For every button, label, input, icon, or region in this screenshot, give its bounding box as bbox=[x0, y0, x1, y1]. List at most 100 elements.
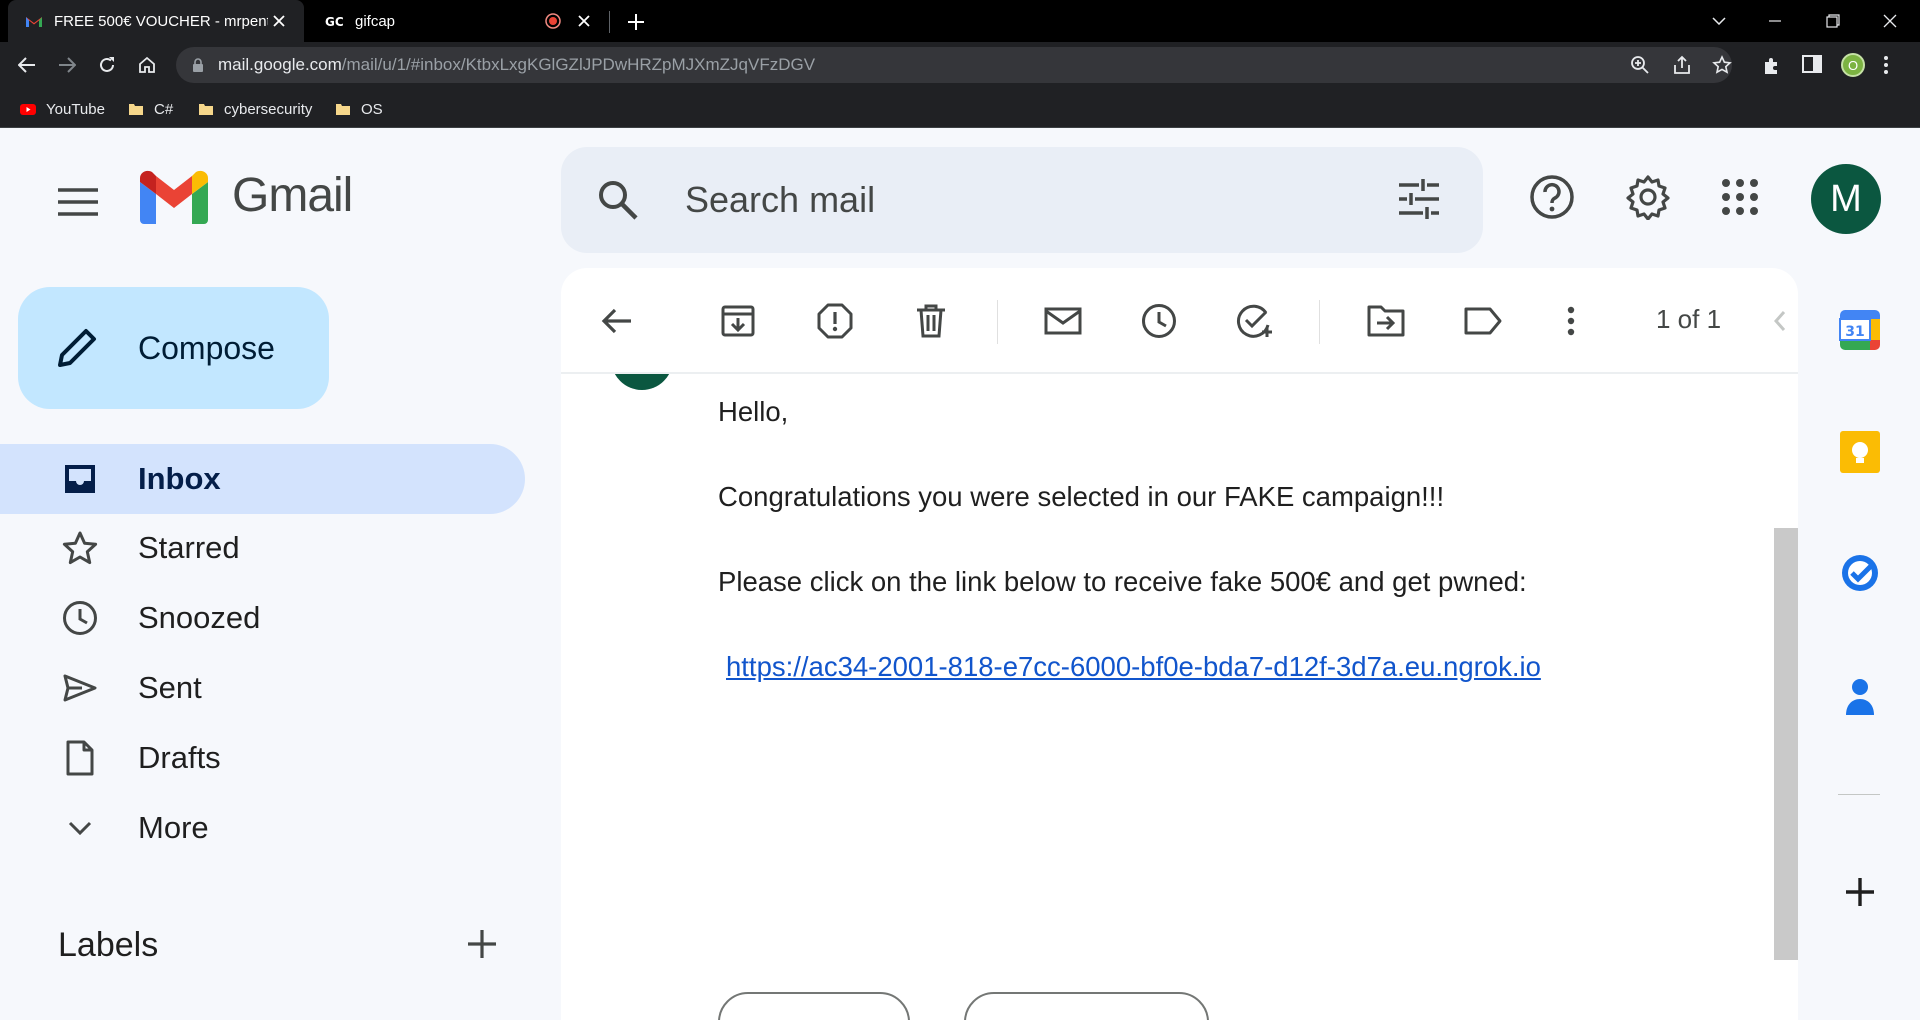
restore-icon bbox=[1826, 14, 1840, 28]
mail-icon bbox=[1044, 307, 1082, 335]
delete-button[interactable] bbox=[907, 297, 955, 345]
sidebar-item-label: Sent bbox=[138, 670, 202, 705]
phishing-link[interactable]: https://ac34-2001-818-e7cc-6000-bf0e-bda… bbox=[726, 651, 1541, 683]
message-scrollbar[interactable] bbox=[1774, 528, 1798, 960]
more-options-button[interactable] bbox=[1547, 297, 1595, 345]
hamburger-icon bbox=[58, 188, 98, 216]
plus-icon bbox=[628, 14, 644, 30]
labels-heading: Labels bbox=[58, 926, 159, 964]
address-bar[interactable]: mail.google.com/mail/u/1/#inbox/KtbxLxgK… bbox=[176, 47, 1732, 83]
reply-button[interactable] bbox=[718, 992, 910, 1020]
arrow-left-icon bbox=[18, 57, 35, 73]
search-input[interactable]: Search mail bbox=[685, 179, 875, 221]
google-apps-icon[interactable] bbox=[1716, 173, 1764, 221]
help-icon[interactable] bbox=[1528, 173, 1576, 221]
gmail-logo-icon[interactable] bbox=[140, 170, 208, 224]
bookmark-star-icon[interactable] bbox=[1712, 55, 1734, 77]
tab-title: FREE 500€ VOUCHER - mrpentest bbox=[54, 12, 268, 30]
reload-icon bbox=[100, 57, 114, 72]
recording-icon bbox=[545, 13, 561, 29]
search-options-icon[interactable] bbox=[1397, 177, 1441, 221]
archive-icon bbox=[721, 305, 755, 337]
back-to-inbox-button[interactable] bbox=[593, 297, 641, 345]
side-panel-icon[interactable] bbox=[1802, 55, 1824, 77]
tab-close-icon[interactable] bbox=[268, 10, 290, 32]
keep-app-icon[interactable] bbox=[1836, 428, 1884, 476]
bookmark-youtube[interactable]: YouTube bbox=[20, 98, 105, 120]
zoom-icon[interactable] bbox=[1630, 55, 1652, 77]
sidebar-item-more[interactable]: More bbox=[0, 793, 525, 863]
inbox-icon bbox=[60, 459, 100, 499]
restore-button[interactable] bbox=[1810, 0, 1856, 42]
share-icon[interactable] bbox=[1672, 55, 1694, 77]
compose-label: Compose bbox=[138, 329, 275, 366]
toolbar-divider bbox=[1319, 300, 1320, 344]
compose-button[interactable]: Compose bbox=[18, 287, 329, 409]
calendar-day: 31 bbox=[1845, 324, 1864, 340]
minimize-button[interactable] bbox=[1752, 0, 1798, 42]
tab-close-icon[interactable] bbox=[573, 10, 595, 32]
calendar-app-icon[interactable]: 31 bbox=[1836, 306, 1884, 354]
home-button[interactable] bbox=[132, 50, 162, 80]
chevron-down-icon bbox=[60, 808, 100, 848]
forward-button[interactable] bbox=[964, 992, 1209, 1020]
back-button[interactable] bbox=[12, 50, 42, 80]
report-spam-button[interactable] bbox=[811, 297, 859, 345]
arrow-left-icon bbox=[601, 308, 631, 334]
bookmark-cybersecurity[interactable]: cybersecurity bbox=[198, 98, 312, 120]
tab-divider bbox=[609, 11, 610, 33]
archive-button[interactable] bbox=[714, 297, 762, 345]
tab-title: gifcap bbox=[355, 12, 396, 30]
lock-icon bbox=[193, 57, 203, 72]
labels-button[interactable] bbox=[1459, 297, 1507, 345]
plus-icon bbox=[468, 930, 496, 958]
add-to-tasks-button[interactable] bbox=[1232, 297, 1280, 345]
tasks-app-icon[interactable] bbox=[1836, 549, 1884, 597]
more-vert-icon bbox=[1567, 306, 1575, 336]
main-menu-button[interactable] bbox=[52, 176, 104, 228]
browser-menu-icon[interactable] bbox=[1883, 55, 1905, 77]
bookmark-os[interactable]: OS bbox=[335, 98, 383, 120]
clock-icon bbox=[60, 598, 100, 638]
gmail-logo-text: Gmail bbox=[232, 169, 353, 222]
tab-gifcap[interactable]: GC gifcap bbox=[313, 0, 609, 42]
extensions-puzzle-icon[interactable] bbox=[1762, 55, 1784, 77]
mark-unread-button[interactable] bbox=[1039, 297, 1087, 345]
bookmarks-bar: YouTube C# cybersecurity OS bbox=[0, 88, 1920, 128]
get-addons-button[interactable] bbox=[1836, 868, 1884, 916]
minimize-icon bbox=[1769, 20, 1781, 22]
sidebar-item-snoozed[interactable]: Snoozed bbox=[0, 583, 525, 653]
sidebar-item-drafts[interactable]: Drafts bbox=[0, 723, 525, 793]
browser-profile-avatar[interactable]: O bbox=[1841, 53, 1865, 77]
forward-button[interactable] bbox=[52, 50, 82, 80]
bookmark-csharp[interactable]: C# bbox=[128, 98, 173, 120]
clock-icon bbox=[1142, 304, 1176, 338]
newer-button[interactable] bbox=[1756, 297, 1798, 345]
arrow-right-icon bbox=[59, 57, 76, 73]
sidebar-item-inbox[interactable]: Inbox bbox=[0, 444, 525, 514]
close-window-button[interactable] bbox=[1867, 0, 1913, 42]
account-avatar[interactable]: M bbox=[1811, 164, 1881, 234]
send-icon bbox=[60, 668, 100, 708]
tab-search-button[interactable] bbox=[1696, 0, 1742, 42]
sidebar-item-label: More bbox=[138, 810, 209, 845]
search-bar[interactable]: Search mail bbox=[561, 147, 1483, 253]
settings-gear-icon[interactable] bbox=[1624, 173, 1672, 221]
pencil-icon bbox=[56, 327, 98, 369]
search-icon[interactable] bbox=[597, 179, 639, 221]
sidebar-item-sent[interactable]: Sent bbox=[0, 653, 525, 723]
snooze-button[interactable] bbox=[1135, 297, 1183, 345]
folder-icon bbox=[199, 104, 213, 115]
tab-gmail[interactable]: FREE 500€ VOUCHER - mrpentest bbox=[8, 0, 304, 42]
body-line-2: Please click on the link below to receiv… bbox=[718, 566, 1527, 597]
move-to-button[interactable] bbox=[1362, 297, 1410, 345]
svg-text:GC: GC bbox=[325, 15, 344, 29]
sidebar-item-label: Drafts bbox=[138, 740, 221, 775]
home-icon bbox=[139, 56, 155, 73]
sidebar-item-starred[interactable]: Starred bbox=[0, 513, 525, 583]
url-text: mail.google.com/mail/u/1/#inbox/KtbxLxgK… bbox=[218, 55, 816, 74]
create-label-button[interactable] bbox=[466, 928, 506, 968]
new-tab-button[interactable] bbox=[622, 8, 650, 36]
contacts-app-icon[interactable] bbox=[1836, 673, 1884, 721]
reload-button[interactable] bbox=[92, 50, 122, 80]
